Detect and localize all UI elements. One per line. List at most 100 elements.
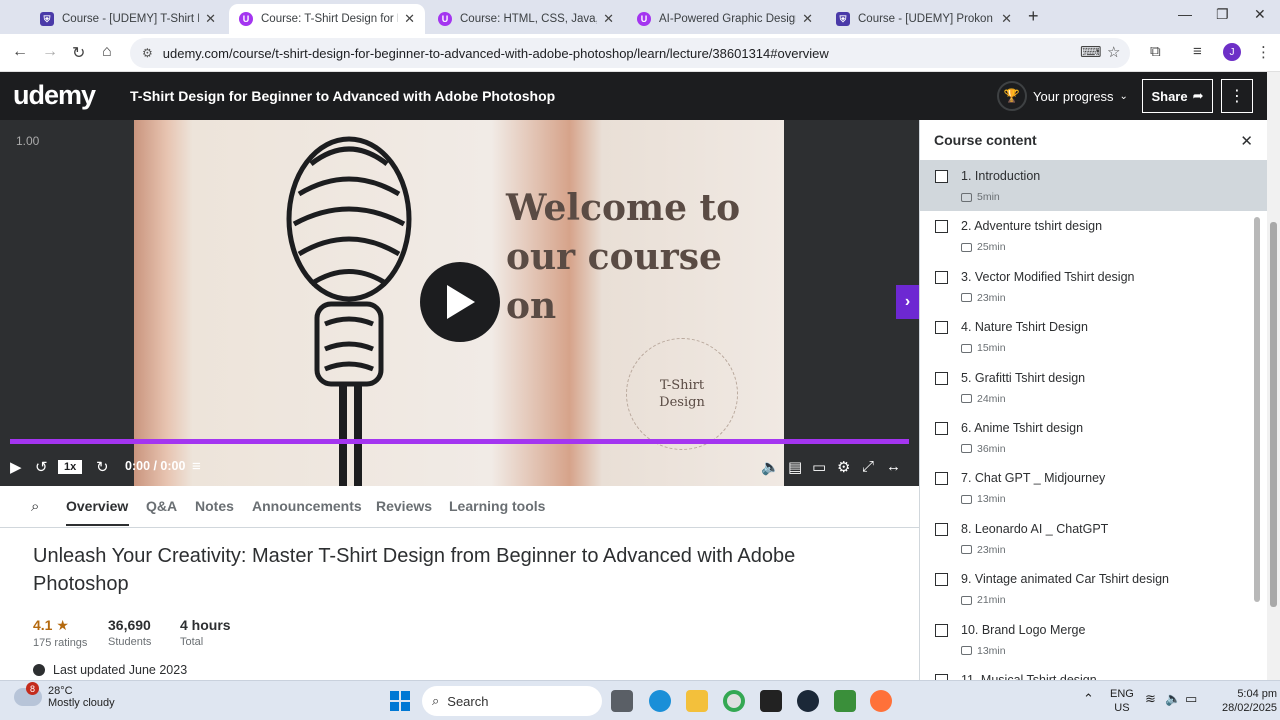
address-bar[interactable]: ⚙ udemy.com/course/t-shirt-design-for-be… — [130, 38, 1130, 68]
app-icon[interactable] — [760, 690, 782, 712]
lecture-checkbox[interactable] — [935, 472, 948, 486]
big-play-button[interactable] — [420, 262, 500, 342]
tab-overview[interactable]: Overview — [66, 498, 128, 514]
close-icon[interactable]: ✕ — [205, 11, 216, 27]
duration-text: 25min — [977, 241, 1006, 254]
tab-reviews[interactable]: Reviews — [376, 498, 432, 514]
lecture-item[interactable]: 4. Nature Tshirt Design 15min — [920, 312, 1267, 362]
lecture-checkbox[interactable] — [935, 270, 948, 284]
lecture-item[interactable]: 11. Musical Tshirt design — [920, 665, 1267, 680]
new-tab-plus-icon[interactable]: + — [1028, 6, 1039, 27]
lecture-item[interactable]: 3. Vector Modified Tshirt design 23min — [920, 262, 1267, 312]
playlist-icon[interactable]: ≡ — [192, 458, 201, 475]
udemy-logo[interactable]: udemy — [13, 80, 96, 111]
forward-icon[interactable]: ↻ — [96, 458, 109, 476]
firefox-icon[interactable] — [870, 690, 892, 712]
translate-icon[interactable]: ⌨ — [1080, 43, 1102, 61]
reload-icon[interactable]: ↻ — [72, 43, 85, 63]
back-arrow-icon[interactable]: ← — [12, 43, 28, 61]
forward-arrow-icon[interactable]: → — [42, 43, 58, 61]
lecture-checkbox[interactable] — [935, 623, 948, 637]
lecture-item[interactable]: 2. Adventure tshirt design 25min — [920, 211, 1267, 261]
close-icon[interactable]: ✕ — [1001, 11, 1012, 27]
rewind-icon[interactable]: ↺ — [35, 458, 48, 476]
settings-gear-icon[interactable]: ⚙ — [837, 458, 850, 476]
close-icon[interactable]: ✕ — [802, 11, 813, 27]
battery-icon[interactable]: ▭ — [1185, 692, 1197, 706]
lecture-checkbox[interactable] — [935, 573, 948, 587]
site-info-icon[interactable]: ⚙ — [142, 46, 153, 60]
browser-tab-active[interactable]: U Course: T-Shirt Design for Begi ✕ — [229, 4, 425, 34]
captions-icon[interactable]: ▭ — [812, 458, 826, 476]
transcript-icon[interactable]: ▤ — [788, 458, 802, 476]
bookmark-star-icon[interactable]: ☆ — [1107, 43, 1120, 61]
lecture-checkbox[interactable] — [935, 371, 948, 385]
lecture-item[interactable]: 1. Introduction 5min — [920, 161, 1267, 212]
video-progress-bar[interactable] — [10, 439, 909, 444]
edge-icon[interactable] — [649, 690, 671, 712]
volume-icon[interactable]: 🔈 — [761, 458, 780, 476]
chrome-icon[interactable] — [723, 690, 745, 712]
restore-icon[interactable]: ❐ — [1216, 6, 1229, 23]
lecture-checkbox[interactable] — [935, 220, 948, 234]
playback-rate-button[interactable]: 1x — [58, 460, 83, 474]
task-view-icon[interactable] — [611, 690, 633, 712]
lecture-item[interactable]: 10. Brand Logo Merge 13min — [920, 615, 1267, 665]
language-indicator[interactable]: ENG US — [1110, 687, 1134, 715]
volume-icon[interactable]: 🔈 — [1165, 692, 1181, 706]
browser-tab[interactable]: ⛨ Course - [UDEMY] T-Shirt Desig ✕ — [30, 4, 226, 34]
clock[interactable]: 5:04 pm 28/02/2025 — [1222, 687, 1277, 715]
search-icon[interactable]: ⌕ — [31, 498, 39, 515]
lecture-duration: 13min — [961, 493, 1006, 505]
lecture-checkbox[interactable] — [935, 522, 948, 536]
course-title[interactable]: T-Shirt Design for Beginner to Advanced … — [130, 88, 555, 104]
trophy-icon: 🏆 — [997, 81, 1027, 111]
close-icon[interactable]: ✕ — [603, 11, 614, 27]
video-player[interactable]: Welcome to our course on T-Shirt Design … — [0, 120, 919, 486]
play-icon[interactable]: ▶ — [10, 458, 22, 476]
profile-avatar[interactable]: J — [1223, 43, 1241, 61]
lecture-checkbox[interactable] — [935, 170, 948, 183]
lecture-item[interactable]: 9. Vintage animated Car Tshirt design 21m… — [920, 564, 1267, 614]
progress-button[interactable]: 🏆 Your progress ⌄ — [997, 80, 1128, 112]
lecture-item[interactable]: 6. Anime Tshirt design 36min — [920, 413, 1267, 463]
next-lecture-button[interactable]: › — [896, 285, 919, 319]
home-icon[interactable]: ⌂ — [102, 43, 112, 61]
scrollbar-thumb[interactable] — [1270, 222, 1277, 607]
extensions-icon[interactable]: ⧉ — [1150, 43, 1161, 60]
close-icon[interactable]: ✕ — [404, 11, 415, 27]
browser-tab[interactable]: U Course: HTML, CSS, Java, & Jav ✕ — [428, 4, 624, 34]
taskbar-search[interactable]: ⌕ Search — [422, 686, 602, 716]
minimize-icon[interactable]: — — [1178, 6, 1192, 22]
more-options-button[interactable]: ⋮ — [1221, 79, 1253, 113]
fullscreen-icon[interactable]: ⤢ — [862, 458, 874, 475]
tab-title: Course: HTML, CSS, Java, & Jav — [460, 13, 598, 25]
close-icon[interactable]: ✕ — [1240, 132, 1253, 150]
lecture-item[interactable]: 7. Chat GPT _ Midjourney 13min — [920, 463, 1267, 513]
tab-notes[interactable]: Notes — [195, 498, 234, 514]
app-icon[interactable] — [834, 690, 856, 712]
browser-menu-icon[interactable]: ⋮ — [1256, 43, 1271, 61]
tab-qa[interactable]: Q&A — [146, 498, 177, 514]
media-control-icon[interactable]: ≡ — [1193, 43, 1202, 60]
lecture-checkbox[interactable] — [935, 321, 948, 335]
lecture-item[interactable]: 5. Grafitti Tshirt design 24min — [920, 363, 1267, 413]
weather-widget[interactable]: 8 28°C Mostly cloudy — [14, 682, 115, 709]
browser-tab[interactable]: ⛨ Course - [UDEMY] Prokon Civil ✕ — [826, 4, 1022, 34]
share-button[interactable]: Share ➦ — [1142, 79, 1213, 113]
windows-start-icon[interactable] — [390, 691, 410, 711]
page-scrollbar[interactable] — [1267, 72, 1280, 680]
lecture-checkbox[interactable] — [935, 421, 948, 435]
wifi-icon[interactable]: ≋ — [1145, 692, 1156, 706]
tab-announcements[interactable]: Announcements — [252, 498, 362, 514]
scrollbar-thumb[interactable] — [1254, 217, 1260, 602]
file-explorer-icon[interactable] — [686, 690, 708, 712]
browser-tab[interactable]: U AI-Powered Graphic Design: M ✕ — [627, 4, 823, 34]
steam-icon[interactable] — [797, 690, 819, 712]
sidebar-scrollbar[interactable] — [1252, 162, 1262, 680]
chevron-up-icon[interactable]: ⌃ — [1083, 692, 1094, 706]
window-close-icon[interactable]: ✕ — [1254, 6, 1266, 23]
expand-icon[interactable]: ↔ — [886, 458, 901, 475]
lecture-item[interactable]: 8. Leonardo AI _ ChatGPT 23min — [920, 514, 1267, 564]
tab-learning-tools[interactable]: Learning tools — [449, 498, 545, 514]
